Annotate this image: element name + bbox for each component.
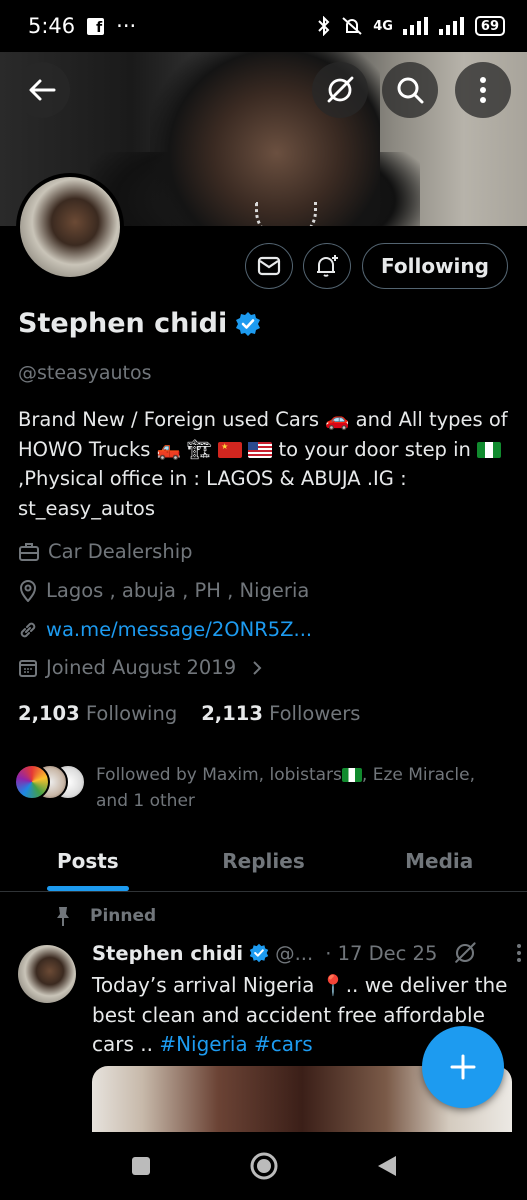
- slash-circle-icon: [327, 76, 354, 103]
- location-pin-icon: [19, 579, 37, 602]
- back-nav-icon[interactable]: [376, 1154, 398, 1178]
- hashtag-nigeria[interactable]: #Nigeria: [159, 1032, 247, 1056]
- profile-avatar[interactable]: [16, 173, 124, 281]
- nigeria-flag-icon: [341, 768, 362, 782]
- tab-media[interactable]: Media: [351, 830, 527, 891]
- more-options-button[interactable]: [455, 62, 511, 118]
- following-stat-label: Following: [85, 702, 178, 725]
- profile-stats: 2,103 Following 2,113 Followers: [18, 702, 360, 725]
- following-stat[interactable]: 2,103 Following: [18, 702, 177, 725]
- joined-text: Joined August 2019: [46, 656, 237, 679]
- chevron-right-icon: [253, 660, 262, 675]
- followers-stat-label: Followers: [269, 702, 361, 725]
- facebook-notification-icon: f: [87, 17, 105, 35]
- status-bar: 5:46 f ··· 4G 69: [0, 0, 527, 52]
- tab-replies[interactable]: Replies: [176, 830, 352, 891]
- location-text: Lagos , abuja , PH , Nigeria: [46, 579, 310, 602]
- envelope-icon: [257, 256, 281, 276]
- profile-website-link[interactable]: wa.me/message/2ONR5Z...: [46, 618, 312, 641]
- china-flag-icon: [218, 441, 243, 458]
- avatar-image: [20, 177, 120, 277]
- more-notifications-icon: ···: [116, 14, 137, 38]
- followers-count: 2,113: [201, 702, 263, 725]
- profile-name-row: Stephen chidi: [18, 308, 261, 339]
- tweet-header: Stephen chidi @... · 17 Dec 25: [92, 941, 523, 965]
- followers-you-know-avatars: [14, 762, 86, 802]
- back-button[interactable]: [14, 62, 70, 118]
- mute-icon: [342, 17, 362, 35]
- hashtag-cars[interactable]: #cars: [254, 1032, 313, 1056]
- notifications-button[interactable]: [303, 243, 351, 289]
- link-icon: [20, 622, 36, 637]
- followed-by[interactable]: Followed by Maxim, lobistars, Eze Miracl…: [14, 762, 506, 814]
- system-navigation-bar: [0, 1132, 527, 1200]
- profile-location: Lagos , abuja , PH , Nigeria: [18, 579, 309, 602]
- profile-name: Stephen chidi: [18, 308, 228, 339]
- more-vertical-icon: [480, 77, 486, 103]
- bell-plus-icon: [317, 255, 338, 277]
- recent-apps-icon[interactable]: [130, 1155, 152, 1177]
- profile-handle: @steasyautos: [18, 362, 152, 384]
- tweet-author-name[interactable]: Stephen chidi: [92, 942, 243, 965]
- tweet-more-icon[interactable]: [515, 943, 523, 963]
- bio-text-2: to your door step in: [278, 437, 471, 461]
- network-type-label: 4G: [373, 18, 393, 34]
- plus-icon: [450, 1054, 476, 1080]
- search-button[interactable]: [382, 62, 438, 118]
- briefcase-icon: [19, 542, 39, 561]
- home-icon[interactable]: [248, 1150, 280, 1182]
- pinned-label: Pinned: [90, 906, 157, 926]
- following-button[interactable]: Following: [362, 243, 508, 289]
- usa-flag-icon: [248, 441, 273, 458]
- followed-by-text: Followed by Maxim, lobistars, Eze Miracl…: [96, 762, 506, 814]
- message-button[interactable]: [245, 243, 293, 289]
- calendar-icon: [19, 659, 37, 677]
- tweet-author-avatar[interactable]: [18, 945, 76, 1003]
- status-time: 5:46: [28, 14, 76, 38]
- nigeria-flag-icon: [477, 441, 502, 458]
- followers-stat[interactable]: 2,113 Followers: [201, 702, 360, 725]
- signal-2-icon: [438, 17, 464, 35]
- profile-joined[interactable]: Joined August 2019: [18, 656, 264, 679]
- bluetooth-icon: [318, 16, 330, 36]
- following-count: 2,103: [18, 702, 80, 725]
- tweet-date: · 17 Dec 25: [325, 941, 438, 965]
- profile-tabs: Posts Replies Media: [0, 830, 527, 892]
- mini-avatar-1: [14, 764, 50, 800]
- signal-icon: [402, 17, 428, 35]
- tab-posts[interactable]: Posts: [0, 830, 176, 891]
- grok-button[interactable]: [312, 62, 368, 118]
- grok-slash-icon[interactable]: [453, 941, 477, 965]
- tweet-author-handle: @...: [275, 941, 314, 965]
- verified-badge-icon[interactable]: [235, 311, 261, 337]
- pin-icon: [57, 907, 69, 926]
- verified-badge-icon: [249, 943, 269, 963]
- active-tab-indicator: [47, 886, 129, 891]
- profile-category: Car Dealership: [18, 540, 193, 563]
- followed-by-text-1: Followed by Maxim, lobistars: [96, 765, 342, 785]
- arrow-left-icon: [29, 79, 56, 101]
- bio-text-3: ,Physical office in : LAGOS & ABUJA .IG …: [18, 467, 407, 520]
- pinned-indicator: Pinned: [52, 905, 156, 927]
- battery-indicator: 69: [474, 16, 505, 36]
- search-icon: [397, 77, 424, 104]
- compose-post-button[interactable]: [422, 1026, 504, 1108]
- category-text: Car Dealership: [48, 540, 193, 563]
- profile-link-row: wa.me/message/2ONR5Z...: [18, 618, 312, 641]
- profile-bio: Brand New / Foreign used Cars 🚗 and All …: [18, 405, 513, 523]
